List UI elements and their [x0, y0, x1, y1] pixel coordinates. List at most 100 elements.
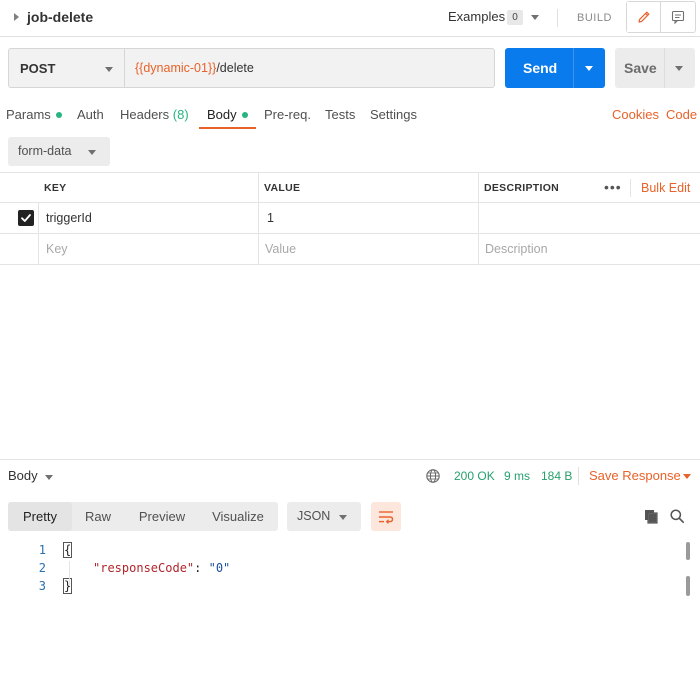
column-divider [258, 203, 259, 233]
active-tab-indicator [199, 127, 256, 129]
pencil-icon [637, 11, 649, 23]
new-description-input[interactable]: Description [479, 234, 699, 264]
column-header-description: DESCRIPTION [484, 181, 560, 194]
column-header-value: VALUE [264, 181, 301, 194]
response-time[interactable]: 9 ms [504, 469, 530, 483]
response-format-select[interactable]: JSON [287, 502, 361, 531]
column-divider [38, 203, 39, 233]
edit-mode-button[interactable] [627, 2, 661, 32]
line-number: 1 [38, 543, 46, 557]
send-label: Send [523, 60, 558, 76]
divider [557, 9, 558, 27]
chevron-down-icon [88, 150, 96, 155]
new-value-input[interactable]: Value [259, 234, 478, 264]
divider [578, 467, 579, 485]
url-input[interactable]: {{dynamic-01}}/delete [124, 48, 495, 88]
build-mode-label[interactable]: BUILD [577, 12, 612, 24]
param-description-field[interactable] [479, 203, 699, 233]
json-value: "0" [208, 561, 231, 575]
search-response-button[interactable] [668, 507, 686, 525]
save-options-chevron-icon[interactable] [675, 66, 683, 71]
line-number: 3 [38, 579, 46, 593]
wrap-lines-icon [379, 510, 394, 524]
body-type-select[interactable]: form-data [8, 137, 110, 166]
vertical-scrollbar[interactable] [686, 542, 690, 560]
bulk-edit-link[interactable]: Bulk Edit [641, 181, 690, 195]
copy-response-button[interactable] [642, 507, 660, 525]
response-view-tabs: Pretty Raw Preview Visualize [8, 502, 278, 531]
format-label: JSON [297, 509, 331, 523]
headers-count: (8) [172, 107, 189, 122]
tab-settings[interactable]: Settings [370, 107, 417, 122]
tab-params-label: Params [6, 107, 51, 122]
chevron-down-icon[interactable] [45, 475, 53, 480]
more-options-icon[interactable]: ••• [604, 179, 622, 195]
request-title-bar: job-delete Examples 0 BUILD [0, 0, 700, 36]
response-divider[interactable] [0, 459, 700, 460]
table-header-row: KEY VALUE DESCRIPTION ••• Bulk Edit [0, 172, 700, 203]
response-status[interactable]: 200 OK [454, 469, 495, 483]
chevron-down-icon[interactable] [683, 474, 691, 479]
tab-headers[interactable]: Headers (8) [120, 107, 189, 122]
vertical-scrollbar-thumb[interactable] [686, 576, 690, 596]
new-key-input[interactable]: Key [40, 234, 258, 264]
tab-tests[interactable]: Tests [325, 107, 355, 122]
examples-count-badge: 0 [507, 10, 523, 25]
tab-raw[interactable]: Raw [74, 502, 122, 531]
param-key-field[interactable]: triggerId [40, 203, 258, 233]
table-row-new: Key Value Description [0, 234, 700, 265]
method-label: POST [20, 61, 56, 76]
tab-body[interactable]: Body [207, 107, 248, 122]
tab-preview[interactable]: Preview [126, 502, 198, 531]
chevron-down-icon [105, 67, 113, 72]
body-type-label: form-data [18, 144, 72, 158]
response-body-dropdown[interactable]: Body [8, 468, 38, 483]
divider [573, 48, 574, 88]
tab-auth[interactable]: Auth [77, 107, 104, 122]
send-button[interactable]: Send [505, 48, 605, 88]
checkbox-checked-icon [21, 214, 31, 222]
tab-visualize[interactable]: Visualize [200, 502, 276, 531]
chevron-down-icon[interactable] [531, 15, 539, 20]
code-line: { [62, 542, 73, 558]
line-number: 2 [38, 561, 46, 575]
tab-pretty[interactable]: Pretty [8, 502, 72, 531]
indent-guide [69, 561, 70, 585]
url-variable: {{dynamic-01}} [135, 61, 217, 75]
code-link[interactable]: Code [666, 107, 697, 122]
copy-icon [645, 510, 658, 524]
comments-button[interactable] [661, 2, 695, 32]
request-name[interactable]: job-delete [27, 9, 93, 25]
response-size[interactable]: 184 B [541, 469, 572, 483]
request-tabs: Params Auth Headers (8) Body Pre-req. Te… [0, 100, 700, 132]
search-icon [670, 509, 685, 524]
code-line: "responseCode": "0" [93, 561, 230, 575]
table-row: triggerId 1 [0, 203, 700, 234]
status-dot [55, 111, 62, 118]
method-select[interactable]: POST [8, 48, 124, 88]
wrap-lines-button[interactable] [371, 502, 401, 531]
column-divider [630, 179, 631, 197]
save-label: Save [624, 60, 657, 76]
send-options-chevron-icon[interactable] [585, 66, 593, 71]
divider [664, 48, 665, 88]
caret-right-icon[interactable] [14, 13, 19, 21]
globe-icon[interactable] [425, 468, 441, 484]
param-value-field[interactable]: 1 [261, 203, 478, 233]
row-enabled-checkbox[interactable] [18, 210, 34, 226]
tab-headers-label: Headers [120, 107, 170, 122]
json-key: "responseCode" [93, 561, 195, 575]
status-dot [241, 111, 248, 118]
column-header-key: KEY [44, 181, 67, 194]
save-button[interactable]: Save [615, 48, 695, 88]
examples-dropdown-label[interactable]: Examples [448, 9, 505, 24]
tab-body-label: Body [207, 107, 237, 122]
save-response-button[interactable]: Save Response [589, 468, 681, 483]
json-separator: : [194, 561, 209, 575]
view-mode-toggle [626, 1, 696, 33]
cookies-link[interactable]: Cookies [612, 107, 659, 122]
column-divider [38, 234, 39, 264]
tab-prereq[interactable]: Pre-req. [264, 107, 311, 122]
tab-params[interactable]: Params [6, 107, 62, 122]
title-divider [0, 36, 700, 37]
